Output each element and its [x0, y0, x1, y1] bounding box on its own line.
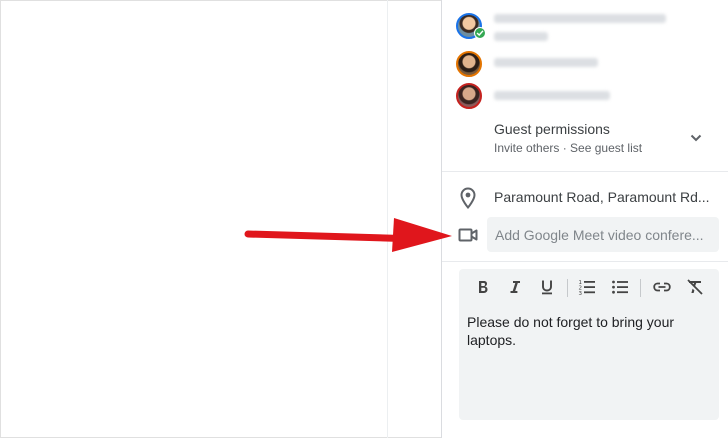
guest-permissions-summary: Invite others · See guest list: [494, 141, 643, 155]
section-divider: [442, 261, 728, 262]
underline-icon[interactable]: [537, 277, 557, 297]
svg-text:3: 3: [579, 291, 583, 297]
event-details-panel: Guest permissions Invite others · See gu…: [441, 0, 728, 438]
remove-formatting-icon[interactable]: [685, 277, 705, 297]
annotation-arrow: [244, 218, 452, 252]
numbered-list-icon[interactable]: 123: [577, 277, 597, 297]
guest-name-redacted: [494, 14, 666, 23]
guest-role-redacted: [494, 32, 548, 41]
guest-name-redacted: [494, 58, 598, 67]
check-icon: [474, 27, 486, 39]
guest-name-redacted: [494, 91, 610, 100]
section-divider: [442, 171, 728, 172]
location-pin-icon: [456, 186, 480, 210]
guest-permissions-title: Guest permissions: [494, 121, 610, 137]
location-field[interactable]: Paramount Road, Paramount Rd...: [494, 189, 710, 205]
avatar: [456, 83, 482, 109]
chevron-down-icon[interactable]: [686, 128, 706, 148]
description-text[interactable]: Please do not forget to bring your lapto…: [467, 313, 711, 349]
add-google-meet-button[interactable]: Add Google Meet video confere...: [487, 217, 719, 252]
link-icon[interactable]: [652, 277, 672, 297]
toolbar-separator: [567, 279, 568, 297]
frame-border-left: [0, 0, 1, 438]
video-camera-icon: [456, 223, 480, 247]
description-editor[interactable]: 123 Please do not forget to bring your l…: [459, 269, 719, 420]
avatar: [456, 51, 482, 77]
bold-icon[interactable]: [473, 277, 493, 297]
italic-icon[interactable]: [505, 277, 525, 297]
toolbar-separator: [640, 279, 641, 297]
add-google-meet-label: Add Google Meet video confere...: [495, 227, 704, 243]
bulleted-list-icon[interactable]: [610, 277, 630, 297]
